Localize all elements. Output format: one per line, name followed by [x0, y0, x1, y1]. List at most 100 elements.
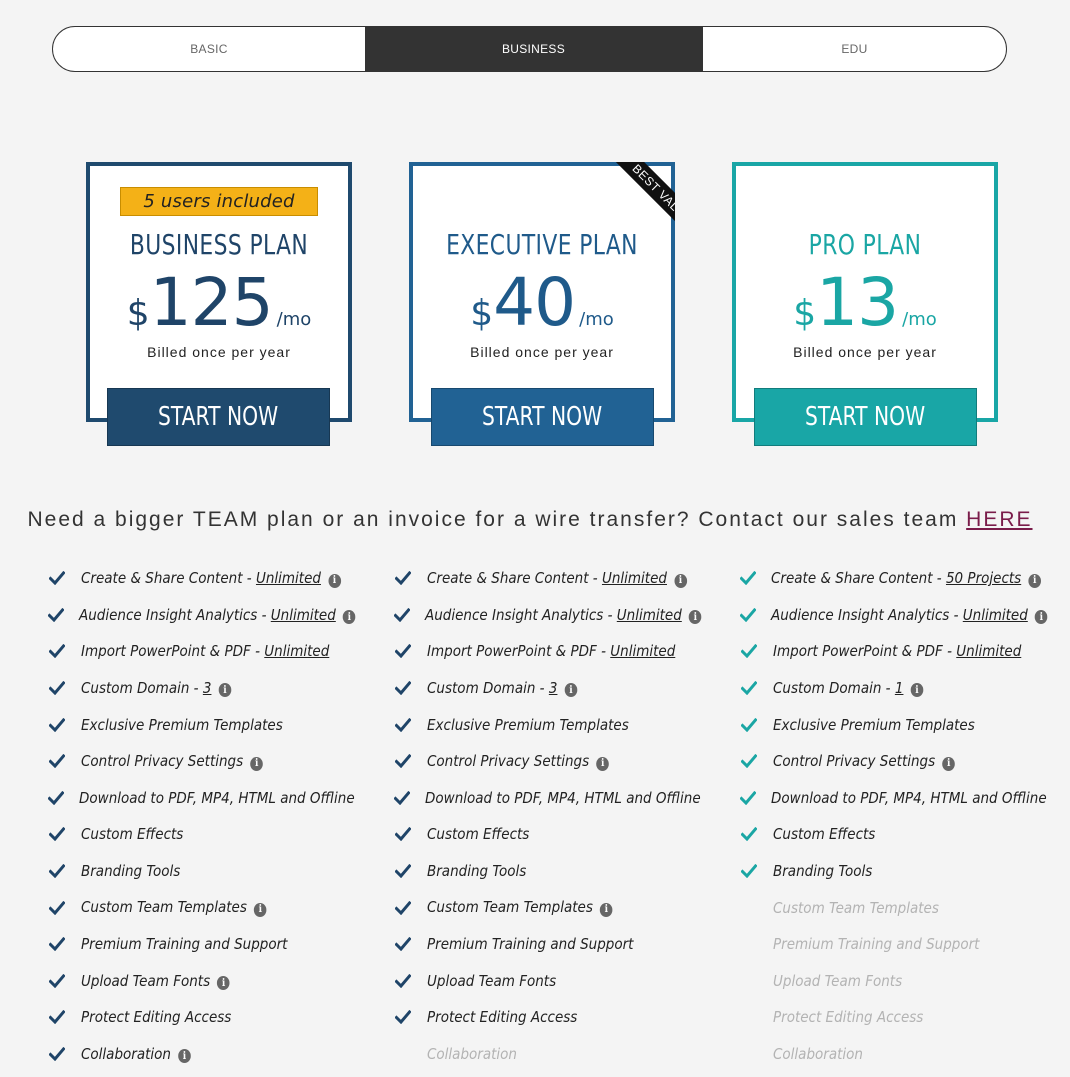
check-icon [48, 606, 64, 624]
feature-item: Import PowerPoint & PDF - Unlimited [48, 633, 378, 670]
feature-text: Custom Domain - 3i [81, 678, 232, 698]
currency-symbol: $ [126, 293, 150, 334]
info-icon[interactable]: i [910, 683, 924, 698]
price-amount: 40 [493, 264, 576, 341]
executive-start-now-button[interactable]: START NOW [431, 388, 654, 446]
contact-text: Need a bigger TEAM plan or an invoice fo… [27, 508, 959, 531]
feature-item: Exclusive Premium Templates [48, 706, 378, 743]
billing-note: Billed once per year [147, 344, 291, 360]
feature-item: Custom Team Templates i [48, 889, 378, 926]
feature-label: Protect Editing Access [81, 1008, 232, 1027]
feature-item: Download to PDF, MP4, HTML and Offline [48, 780, 378, 817]
feature-text: Control Privacy Settings i [773, 752, 955, 771]
pro-start-now-button[interactable]: START NOW [754, 388, 977, 446]
check-icon [740, 789, 756, 807]
feature-value: Unlimited [270, 605, 336, 624]
feature-item: Create & Share Content - Unlimited i [48, 560, 378, 597]
check-icon [48, 899, 66, 917]
feature-text: Upload Team Fonts i [81, 972, 230, 991]
business-plan-card: 5 users included BUSINESS PLAN $125/mo B… [86, 162, 352, 422]
tab-business[interactable]: BUSINESS [365, 27, 702, 71]
info-icon[interactable]: i [564, 683, 578, 698]
feature-value: Unlimited [255, 569, 321, 588]
feature-label: Custom Team Templates [81, 898, 247, 917]
feature-text: Custom Domain - 1i [773, 678, 924, 698]
feature-label: Collaboration [773, 1045, 863, 1064]
feature-item: Custom Team Templates i [394, 889, 724, 926]
feature-text: Protect Editing Access [773, 1008, 923, 1026]
feature-text: Protect Editing Access [427, 1008, 577, 1026]
price-period: /mo [276, 309, 312, 330]
feature-label: Create & Share Content - [427, 569, 602, 588]
info-icon[interactable]: i [942, 756, 955, 771]
info-icon[interactable]: i [1028, 573, 1041, 588]
plan-category-tabs: BASIC BUSINESS EDU [52, 26, 1007, 72]
feature-label: Collaboration [427, 1045, 517, 1064]
feature-item: Branding Tools [394, 853, 724, 890]
feature-text: Custom Effects [427, 825, 529, 843]
feature-text: Import PowerPoint & PDF - Unlimited [427, 642, 675, 660]
feature-item: Exclusive Premium Templates [740, 706, 1070, 743]
business-start-now-button[interactable]: START NOW [107, 388, 330, 446]
feature-item: Control Privacy Settings i [740, 743, 1070, 780]
feature-item: Download to PDF, MP4, HTML and Offline [740, 780, 1070, 817]
feature-text: Audience Insight Analytics - Unlimited i [79, 606, 356, 625]
price-period: /mo [579, 309, 614, 330]
check-icon [740, 752, 758, 770]
feature-label: Custom Team Templates [773, 898, 939, 917]
check-icon [394, 862, 412, 880]
feature-label: Custom Effects [427, 825, 530, 844]
info-icon[interactable]: i [250, 756, 263, 771]
check-icon [48, 569, 66, 587]
feature-text: Custom Team Templates i [81, 898, 267, 917]
check-icon [394, 642, 412, 660]
feature-label: Import PowerPoint & PDF - [81, 642, 265, 661]
tab-basic[interactable]: BASIC [53, 27, 365, 71]
info-icon[interactable]: i [217, 976, 230, 991]
check-icon [740, 606, 756, 624]
feature-text: Collaboration i [81, 1045, 191, 1064]
feature-label: Exclusive Premium Templates [81, 715, 283, 734]
info-icon[interactable]: i [342, 610, 356, 625]
info-icon[interactable]: i [178, 1049, 191, 1064]
feature-label: Control Privacy Settings [773, 752, 936, 771]
check-icon [740, 862, 758, 880]
info-icon[interactable]: i [1034, 610, 1048, 625]
contact-here-link[interactable]: HERE [966, 508, 1032, 531]
feature-item: Custom Effects [740, 816, 1070, 853]
feature-value: 50 Projects [945, 569, 1022, 588]
feature-text: Custom Domain - 3i [427, 678, 578, 698]
tab-edu[interactable]: EDU [702, 27, 1006, 71]
check-icon [48, 935, 66, 953]
feature-item: Custom Effects [394, 816, 724, 853]
feature-value: Unlimited [616, 605, 682, 624]
info-icon[interactable]: i [600, 902, 613, 917]
info-icon[interactable]: i [596, 756, 609, 771]
feature-text: Create & Share Content - 50 Projects i [771, 569, 1041, 588]
feature-label: Custom Domain - [81, 678, 203, 697]
feature-item: Protect Editing Access [740, 999, 1070, 1036]
check-icon [740, 716, 758, 734]
feature-item: Import PowerPoint & PDF - Unlimited [394, 633, 724, 670]
feature-value: 3 [548, 678, 558, 697]
feature-text: Exclusive Premium Templates [81, 716, 283, 734]
info-icon[interactable]: i [254, 902, 267, 917]
info-icon[interactable]: i [688, 610, 702, 625]
info-icon[interactable]: i [674, 573, 687, 588]
info-icon[interactable]: i [328, 573, 341, 588]
contact-sales-line: Need a bigger TEAM plan or an invoice fo… [0, 508, 1060, 532]
feature-value: Unlimited [601, 569, 667, 588]
feature-label: Branding Tools [427, 862, 527, 881]
feature-text: Upload Team Fonts [427, 972, 556, 990]
feature-text: Audience Insight Analytics - Unlimited i [425, 606, 702, 625]
check-icon [740, 569, 756, 587]
feature-label: Control Privacy Settings [427, 752, 590, 771]
feature-label: Control Privacy Settings [81, 752, 244, 771]
check-icon [48, 679, 66, 697]
feature-value: 1 [894, 678, 904, 697]
feature-value: Unlimited [264, 642, 330, 661]
price-amount: 13 [816, 264, 899, 341]
info-icon[interactable]: i [218, 683, 232, 698]
pro-features-list: Create & Share Content - 50 Projects i Aud… [740, 560, 1070, 1072]
feature-text: Custom Effects [81, 825, 183, 843]
